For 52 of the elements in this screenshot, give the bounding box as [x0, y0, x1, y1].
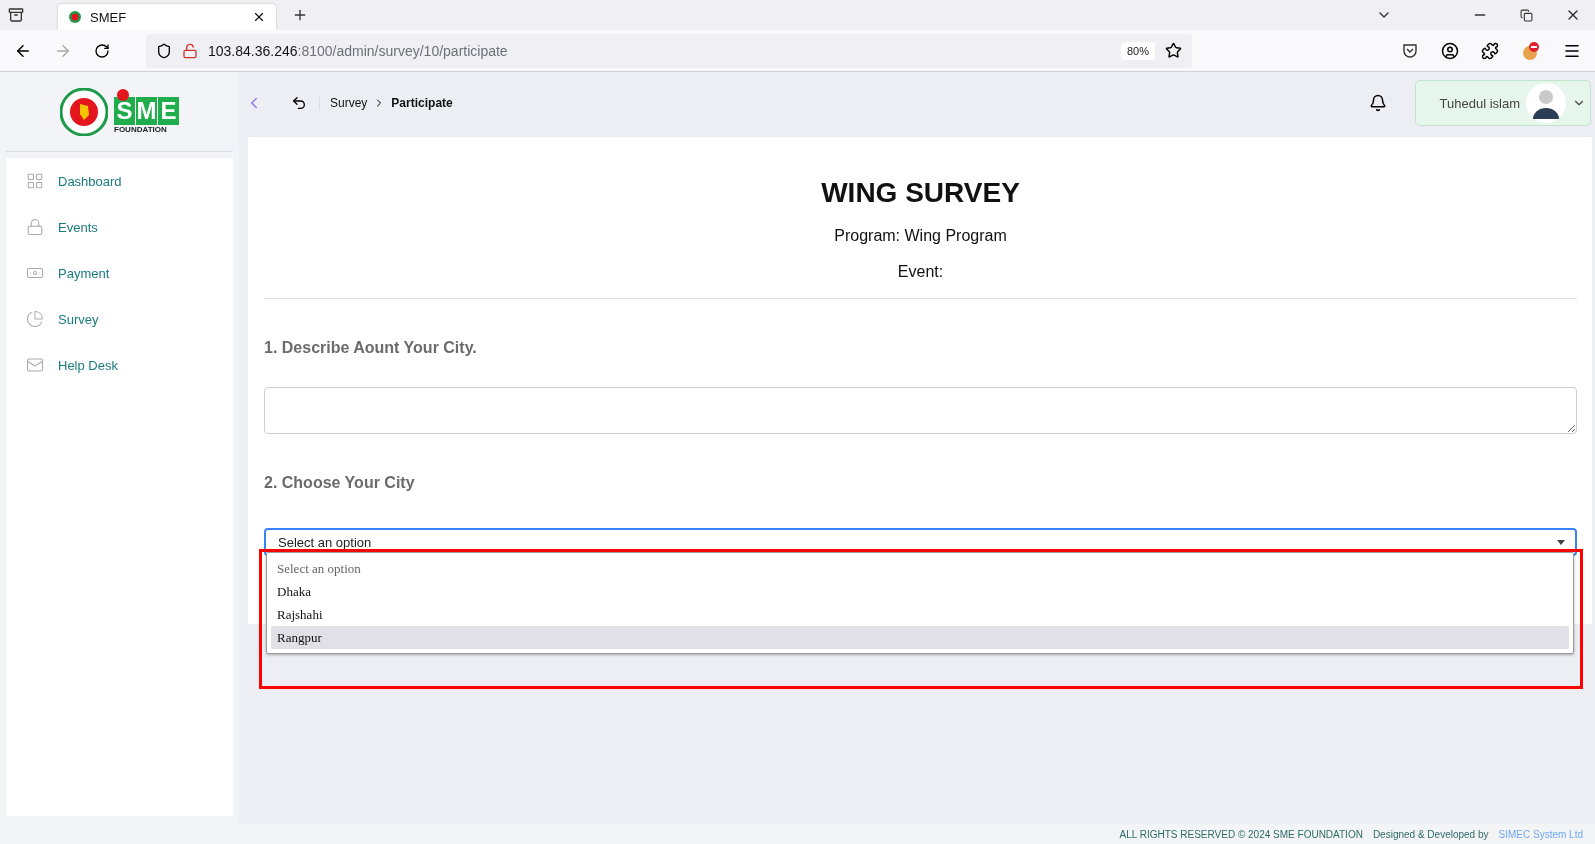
dropdown-option[interactable]: Select an option	[271, 557, 1569, 580]
question-label: 2. Choose Your City	[264, 474, 416, 492]
question-label: 1. Describe Aount Your City.	[264, 339, 478, 357]
copyright-text: ALL RIGHTS RESERVED © 2024 SME FOUNDATION	[1119, 828, 1363, 840]
undo-icon[interactable]	[291, 95, 307, 111]
answer-field[interactable]	[264, 387, 1577, 434]
dropdown-option[interactable]: Rangpur	[271, 626, 1569, 649]
logo-letter: S	[114, 97, 135, 125]
mail-icon	[26, 356, 44, 374]
sidebar-item[interactable]: Dashboard	[6, 158, 233, 204]
browser-tab[interactable]: SMEF	[58, 4, 276, 30]
reload-icon[interactable]	[94, 42, 110, 59]
emblem-logo	[60, 87, 108, 136]
pie-chart-icon	[26, 310, 44, 328]
logo-letter: M	[136, 97, 157, 125]
account-icon[interactable]	[1441, 41, 1459, 60]
bookmark-star-icon[interactable]	[1165, 42, 1182, 59]
address-bar[interactable]: 103.84.36.246:8100/admin/survey/10/participate 80%	[146, 33, 1192, 68]
bell-icon[interactable]	[1369, 94, 1387, 112]
sidebar-item[interactable]: Payment	[6, 250, 233, 296]
breadcrumb-item: Participate	[391, 96, 453, 110]
url-text: 103.84.36.246:8100/admin/survey/10/participate	[208, 42, 508, 59]
tab-list-icon[interactable]	[8, 7, 24, 23]
credit-text: Designed & Developed by	[1372, 828, 1489, 840]
close-icon[interactable]	[252, 10, 266, 24]
dropdown-option[interactable]: Rajshahi	[271, 603, 1569, 626]
sidebar-item[interactable]: Help Desk	[6, 342, 233, 388]
breadcrumb-item[interactable]: Survey	[330, 96, 368, 110]
pocket-icon[interactable]	[1401, 41, 1419, 60]
sidebar-item[interactable]: Survey	[6, 296, 233, 342]
tab-title: SMEF	[90, 9, 127, 25]
logo-letter: E	[158, 97, 179, 125]
event-text: Event:	[896, 263, 945, 281]
insecure-lock-icon	[182, 42, 198, 59]
sidebar-item[interactable]: Events	[6, 204, 233, 250]
site-favicon-icon	[68, 10, 82, 24]
caret-icon	[1557, 539, 1565, 545]
extension-badge-icon[interactable]	[1521, 40, 1541, 61]
survey-title: WING SURVEY	[820, 177, 1021, 209]
zoom-level[interactable]: 80%	[1120, 41, 1155, 60]
logo-dot	[117, 89, 129, 101]
dropdown-option[interactable]: Dhaka	[271, 580, 1569, 603]
grid-icon	[26, 172, 44, 190]
extensions-icon[interactable]	[1481, 41, 1499, 60]
user-menu[interactable]: Tuhedul islam	[1415, 80, 1591, 126]
lock-icon	[26, 218, 44, 236]
new-tab-icon[interactable]	[292, 7, 308, 23]
avatar-silhouette	[1526, 83, 1566, 123]
program-text: Program: Wing Program	[833, 227, 1008, 245]
logo-subtext: FOUNDATION	[114, 125, 167, 134]
restore-icon[interactable]	[1520, 8, 1533, 22]
shield-icon	[156, 42, 172, 59]
